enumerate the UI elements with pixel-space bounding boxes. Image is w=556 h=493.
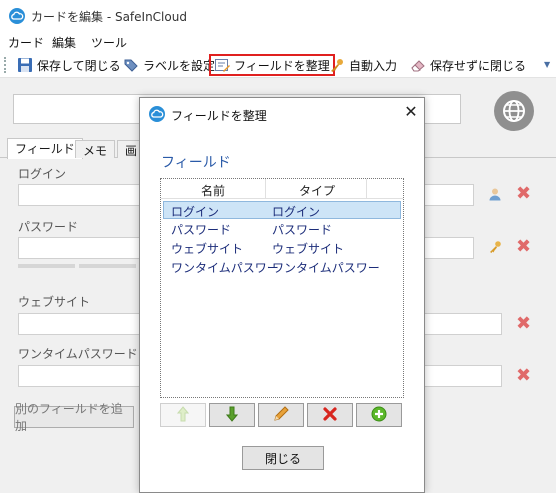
delete-button[interactable] (307, 403, 353, 427)
organize-fields-button[interactable]: フィールドを整理 (209, 54, 335, 76)
column-separator (366, 179, 367, 199)
password-delete-icon[interactable]: ✖ (516, 238, 531, 256)
menu-edit[interactable]: 編集 (52, 34, 76, 51)
row-type: パスワード (272, 223, 333, 237)
user-icon[interactable] (488, 187, 502, 201)
globe-icon[interactable] (494, 91, 534, 131)
toolbar-grip[interactable] (4, 57, 8, 73)
otp-field-label: ワンタイムパスワード (18, 347, 138, 361)
website-field-label: ウェブサイト (18, 295, 91, 309)
column-separator (265, 179, 266, 199)
fields-heading: フィールド (161, 155, 231, 171)
floppy-disk-icon (17, 57, 33, 73)
autofill-button[interactable]: 自動入力 (329, 55, 397, 75)
row-type: ウェブサイト (272, 242, 345, 256)
row-name: ワンタイムパスワー (171, 261, 279, 275)
list-item[interactable]: ウェブサイト ウェブサイト (163, 239, 401, 257)
save-close-button[interactable]: 保存して閉じる (17, 55, 121, 75)
eraser-icon (410, 57, 426, 73)
menu-card[interactable]: カード (8, 34, 44, 51)
menu-tools[interactable]: ツール (91, 34, 127, 51)
label-settings-label: ラベルを設定 (143, 58, 216, 73)
rename-button[interactable] (258, 403, 304, 427)
save-close-label: 保存して閉じる (37, 58, 121, 73)
green-plus-icon (371, 406, 387, 425)
tag-icon (123, 57, 139, 73)
website-delete-icon[interactable]: ✖ (516, 315, 531, 333)
row-type: ワンタイムパスワー (272, 261, 380, 275)
fields-list[interactable]: 名前 タイプ ログイン ログイン パスワード パスワード ウェブサイト ウェブサ… (160, 178, 404, 398)
otp-delete-icon[interactable]: ✖ (516, 367, 531, 385)
column-type-header[interactable]: タイプ (299, 182, 335, 199)
row-name: パスワード (171, 223, 232, 237)
row-type: ログイン (272, 205, 321, 219)
password-strength-bar-1 (18, 264, 75, 268)
column-name-header[interactable]: 名前 (201, 182, 225, 199)
arrow-up-icon (176, 405, 190, 425)
list-header: 名前 タイプ (161, 179, 403, 199)
add-field-button[interactable]: 別のフィールドを追加 (14, 402, 134, 433)
add-button[interactable] (356, 403, 402, 427)
safeincloud-cloud-icon (9, 8, 25, 24)
password-field-label: パスワード (18, 220, 79, 234)
organize-fields-label: フィールドを整理 (234, 58, 330, 73)
pencil-icon (273, 405, 289, 425)
tab-fields[interactable]: フィールド (7, 138, 83, 159)
toolbar-overflow-icon[interactable]: ▼ (544, 60, 552, 74)
list-item[interactable]: ログイン ログイン (163, 201, 401, 219)
autofill-label: 自動入力 (349, 58, 398, 73)
dialog-close-button[interactable]: 閉じる (242, 446, 324, 470)
window-title: カードを編集 - SafeInCloud (31, 10, 187, 24)
red-x-icon (323, 406, 337, 424)
key-icon (329, 57, 345, 73)
organize-fields-dialog: フィールドを整理 ✕ フィールド 名前 タイプ ログイン ログイン パスワード … (139, 97, 425, 493)
edit-list-icon (214, 57, 230, 73)
list-item[interactable]: パスワード パスワード (163, 220, 401, 238)
arrow-down-icon (225, 406, 239, 425)
close-without-save-label: 保存せずに閉じる (430, 58, 527, 73)
safeincloud-cloud-icon (149, 106, 165, 122)
dialog-title: フィールドを整理 (171, 109, 267, 123)
toolbar: 保存して閉じる ラベルを設定 フィールドを整理 自動入力 保存せずに閉じる (0, 52, 556, 78)
login-field-label: ログイン (18, 167, 67, 181)
list-item[interactable]: ワンタイムパスワー ワンタイムパスワー (163, 258, 401, 276)
password-strength-bar-2 (79, 264, 136, 268)
move-up-button[interactable] (160, 403, 206, 427)
login-delete-icon[interactable]: ✖ (516, 185, 531, 203)
row-name: ログイン (171, 205, 220, 219)
menu-bar: カード 編集 ツール (0, 32, 556, 52)
close-without-save-button[interactable]: 保存せずに閉じる (410, 55, 526, 75)
dialog-close-icon[interactable]: ✕ (402, 103, 420, 121)
tab-memo[interactable]: メモ (75, 140, 116, 158)
label-settings-button[interactable]: ラベルを設定 (123, 55, 215, 75)
row-name: ウェブサイト (171, 242, 244, 256)
key-icon[interactable] (488, 240, 502, 254)
move-down-button[interactable] (209, 403, 255, 427)
